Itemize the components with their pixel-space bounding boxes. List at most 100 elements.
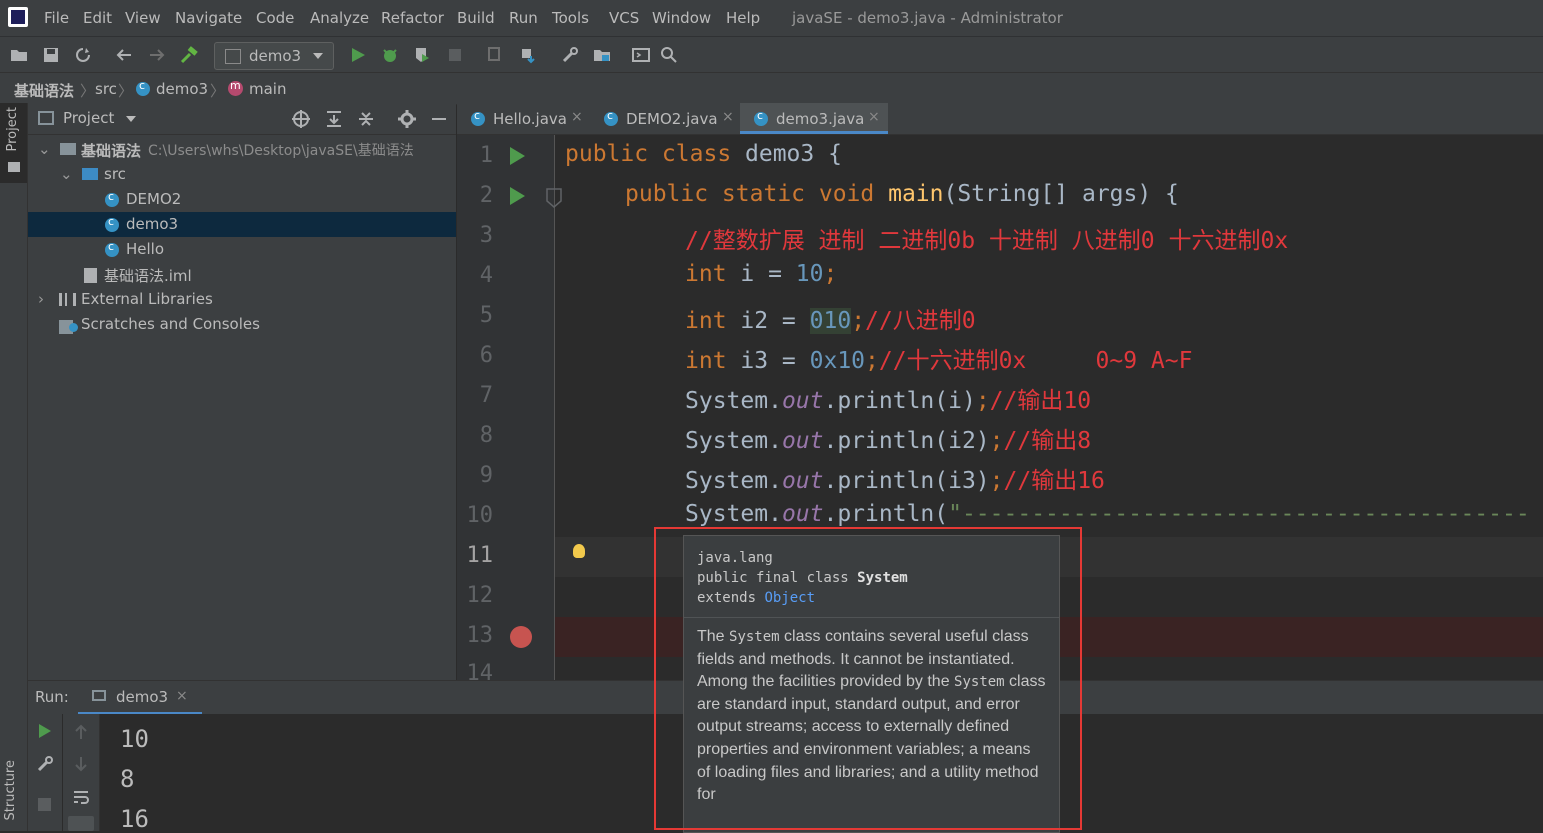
console-output-line: 8 (120, 765, 135, 793)
tab-hello-java[interactable]: Hello.java × (457, 103, 590, 134)
update-icon[interactable] (519, 46, 537, 64)
console-output-line: 16 (120, 805, 149, 833)
code-line-5: int i2 = 010;//八进制0 (685, 308, 976, 334)
breadcrumb-demo3[interactable]: demo3 (156, 80, 208, 98)
run-panel-label: Run: (35, 688, 69, 706)
class-icon (604, 109, 618, 128)
menu-help[interactable]: Help (726, 9, 760, 27)
close-icon[interactable]: × (868, 109, 880, 125)
editor-tabs: Hello.java × DEMO2.java × demo3.java × (457, 103, 1543, 135)
soft-wrap-icon[interactable] (72, 788, 90, 806)
intellij-logo-icon (8, 7, 28, 27)
menu-file[interactable]: File (44, 9, 69, 27)
menu-window[interactable]: Window (652, 9, 711, 27)
menu-view[interactable]: View (125, 9, 161, 27)
tree-file-demo3[interactable]: demo3 (28, 212, 456, 237)
menu-refactor[interactable]: Refactor (381, 9, 444, 27)
run-tab-demo3[interactable]: demo3 × (78, 681, 202, 715)
menu-build[interactable]: Build (457, 9, 495, 27)
tree-file-iml[interactable]: 基础语法.iml (28, 262, 456, 287)
code-line-9: System.out.println(i3);//输出16 (685, 468, 1105, 494)
tree-external-libraries-label: External Libraries (81, 290, 213, 308)
arrow-up-icon[interactable] (73, 724, 89, 740)
close-icon[interactable]: × (571, 109, 583, 125)
project-view-icon (38, 111, 54, 125)
line-number: 3 (479, 223, 493, 248)
tab-demo3-java[interactable]: demo3.java × (740, 103, 888, 134)
search-icon[interactable] (660, 46, 678, 64)
tab-label: demo3.java (776, 110, 865, 128)
breadcrumb: 基础语法 〉 src 〉 demo3 〉 main (0, 72, 1543, 105)
close-icon[interactable]: × (176, 688, 188, 704)
tree-external-libraries[interactable]: › External Libraries (28, 287, 456, 312)
tree-file-hello[interactable]: Hello (28, 237, 456, 262)
rerun-icon[interactable] (37, 723, 53, 739)
line-number: 14 (466, 661, 494, 680)
breakpoint-icon[interactable] (510, 626, 532, 648)
code-line-10: System.out.println("--------------------… (685, 501, 1530, 527)
stop-icon[interactable] (38, 798, 51, 811)
breadcrumb-project[interactable]: 基础语法 (14, 80, 74, 101)
forward-icon[interactable] (148, 46, 166, 64)
line-number: 6 (479, 343, 493, 368)
tree-src[interactable]: ⌄ src (28, 162, 456, 187)
line-number: 8 (479, 423, 493, 448)
collapse-all-icon[interactable] (356, 109, 376, 129)
coverage-icon[interactable] (413, 46, 431, 64)
run-config-dropdown[interactable]: demo3 (214, 42, 334, 70)
lightbulb-icon[interactable] (573, 544, 585, 558)
tree-file-demo2[interactable]: DEMO2 (28, 187, 456, 212)
stop-icon[interactable] (446, 46, 464, 64)
menu-code[interactable]: Code (256, 9, 294, 27)
save-icon[interactable] (42, 46, 60, 64)
tree-root[interactable]: ⌄ 基础语法 C:\Users\whs\Desktop\javaSE\基础语法 (28, 137, 456, 162)
sync-icon[interactable] (74, 46, 92, 64)
back-icon[interactable] (115, 46, 133, 64)
menu-edit[interactable]: Edit (83, 9, 112, 27)
project-view-selector[interactable]: Project (63, 109, 114, 127)
breadcrumb-src[interactable]: src (95, 80, 117, 98)
menu-run[interactable]: Run (509, 9, 538, 27)
gear-icon[interactable] (397, 109, 417, 129)
close-icon[interactable]: × (722, 109, 734, 125)
open-folder-icon[interactable] (10, 46, 28, 64)
arrow-down-icon[interactable] (73, 756, 89, 772)
menu-navigate[interactable]: Navigate (175, 9, 242, 27)
code-line-8: System.out.println(i2);//输出8 (685, 428, 1092, 454)
settings-wrench-icon[interactable] (36, 755, 54, 773)
line-number: 9 (479, 463, 493, 488)
terminal-icon[interactable] (632, 46, 650, 64)
tree-src-label: src (104, 165, 126, 183)
tree-scratches[interactable]: Scratches and Consoles (28, 312, 456, 337)
structure-tool-tab[interactable]: Structure (3, 760, 18, 820)
scroll-to-end-icon[interactable] (68, 816, 94, 831)
debug-icon[interactable] (381, 46, 399, 64)
tab-label: DEMO2.java (626, 110, 718, 128)
line-number: 5 (479, 303, 493, 328)
chevron-down-icon (313, 53, 323, 59)
line-number: 7 (479, 383, 493, 408)
run-gutter-icon[interactable] (510, 187, 525, 205)
fold-marker-icon[interactable] (545, 187, 563, 209)
menu-tools[interactable]: Tools (552, 9, 589, 27)
attach-icon[interactable] (487, 46, 505, 64)
build-hammer-icon[interactable] (180, 46, 198, 64)
tab-demo2-java[interactable]: DEMO2.java × (590, 103, 740, 134)
breadcrumb-separator: 〉 (210, 82, 226, 100)
menu-vcs[interactable]: VCS (609, 9, 639, 27)
run-icon[interactable] (349, 46, 367, 64)
window-title: javaSE - demo3.java - Administrator (792, 9, 1063, 27)
run-gutter-icon[interactable] (510, 147, 525, 165)
code-line-6: int i3 = 0x10;//十六进制0x 0~9 A~F (685, 348, 1193, 374)
breadcrumb-main[interactable]: main (249, 80, 286, 98)
run-toolbar-secondary (63, 714, 100, 831)
chevron-down-icon[interactable] (126, 116, 136, 122)
locate-crosshair-icon[interactable] (291, 109, 311, 129)
settings-wrench-icon[interactable] (561, 46, 579, 64)
menu-analyze[interactable]: Analyze (310, 9, 369, 27)
project-structure-icon[interactable] (593, 46, 611, 64)
expand-all-icon[interactable] (324, 109, 344, 129)
minimize-icon[interactable] (432, 118, 446, 120)
class-icon (136, 79, 150, 98)
line-number: 2 (479, 183, 493, 208)
